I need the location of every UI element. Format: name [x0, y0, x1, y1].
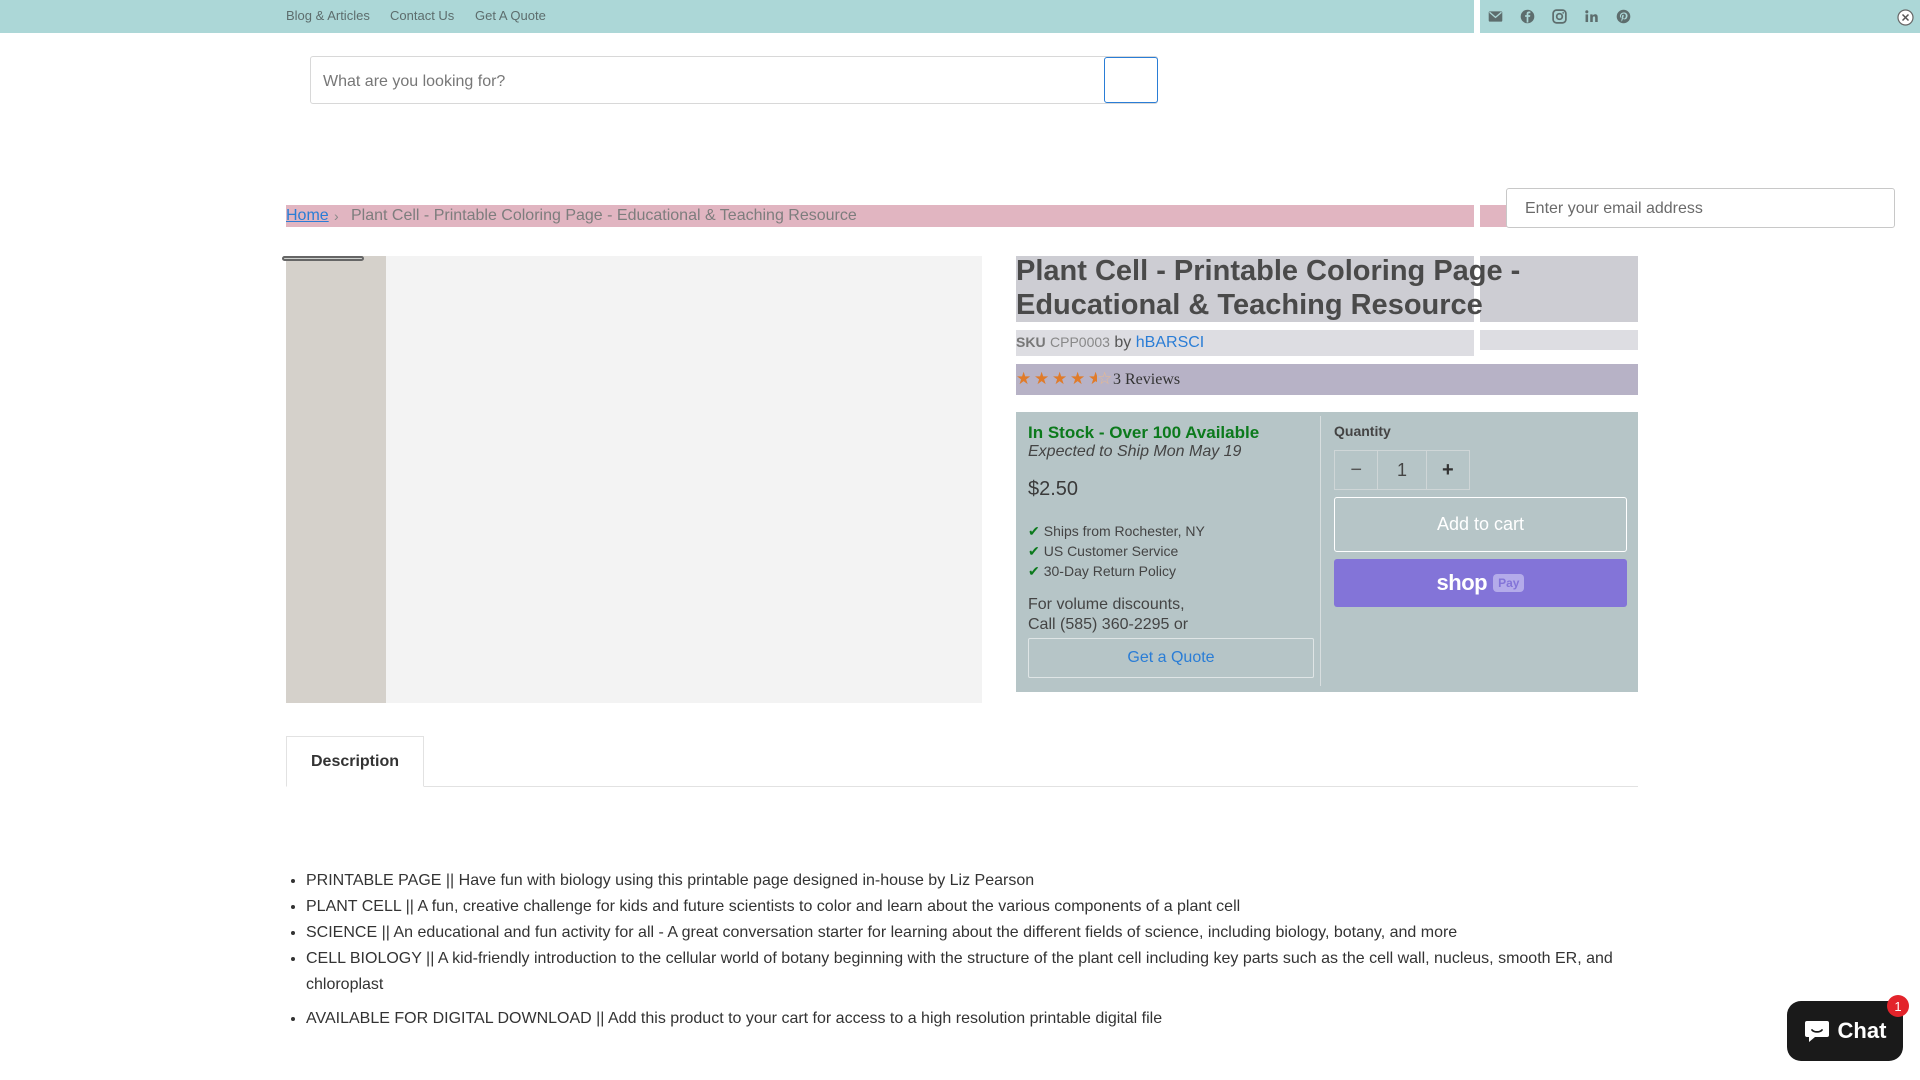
product-title-line-2: Educational & Teaching Resource [1016, 289, 1483, 321]
chat-notification-badge: 1 [1887, 995, 1909, 1017]
quantity-stepper: − 1 + [1334, 450, 1470, 490]
linkedin-icon[interactable] [1583, 8, 1600, 25]
top-bar: Blog & Articles Contact Us Get A Quote [0, 0, 1474, 33]
volume-discount-text: For volume discounts, [1028, 596, 1185, 613]
description-item: PLANT CELL || A fun, creative challenge … [306, 894, 1658, 920]
shop-pay-button[interactable]: shop Pay [1334, 559, 1627, 607]
sku-line: SKU CPP0003 by hBARSCI [1016, 334, 1204, 352]
description-item: SCIENCE || An educational and fun activi… [306, 920, 1658, 946]
stock-status: In Stock - Over 100 Available [1028, 423, 1260, 442]
description-item: AVAILABLE FOR DIGITAL DOWNLOAD || Add th… [306, 1006, 1658, 1032]
nav-link-contact[interactable]: Contact Us [390, 8, 454, 23]
close-popup-icon[interactable] [1897, 9, 1914, 26]
description-list: PRINTABLE PAGE || Have fun with biology … [286, 868, 1658, 1032]
email-icon[interactable] [1487, 8, 1504, 25]
chat-label: Chat [1837, 1018, 1887, 1043]
shop-pay-badge: Pay [1493, 574, 1525, 592]
sku-label: SKU [1016, 334, 1046, 350]
reviews-link[interactable]: 3 Reviews [1113, 371, 1180, 389]
chat-bubble-icon [1804, 1021, 1829, 1042]
nav-link-blog[interactable]: Blog & Articles [286, 8, 370, 23]
product-image[interactable] [386, 256, 982, 703]
star-icon: ★ [1052, 369, 1068, 388]
product-title: Plant Cell - Printable Coloring Page - E… [1016, 254, 1616, 322]
quantity-label: Quantity [1334, 423, 1391, 439]
checkmark-icon: ✔ [1028, 543, 1040, 559]
thumbnail-strip[interactable] [286, 256, 386, 703]
search-input[interactable] [321, 67, 1085, 97]
breadcrumb-current: Plant Cell - Printable Coloring Page - E… [351, 207, 857, 224]
tab-description[interactable]: Description [286, 736, 424, 787]
pinterest-icon[interactable] [1615, 8, 1632, 25]
description-item: CELL BIOLOGY || A kid-friendly introduct… [306, 946, 1658, 998]
thumbnail-selected[interactable] [282, 256, 364, 261]
sku-value: CPP0003 [1050, 334, 1110, 350]
star-icon: ★ [1016, 369, 1032, 388]
chat-button[interactable]: Chat [1787, 1001, 1903, 1061]
by-text: by [1114, 334, 1132, 351]
ship-date: Expected to Ship Mon May 19 [1028, 443, 1242, 460]
quantity-input[interactable]: 1 [1377, 451, 1427, 489]
increment-button[interactable]: + [1427, 451, 1469, 489]
half-star-empty-icon: ☆ [1097, 369, 1113, 388]
search-button[interactable] [1104, 57, 1158, 103]
email-field[interactable] [1523, 196, 1887, 222]
tab-divider [286, 786, 1638, 787]
feature-item: ✔ US Customer Service [1028, 543, 1179, 559]
product-title-line-1: Plant Cell - Printable Coloring Page - [1016, 255, 1521, 287]
email-signup-box [1506, 188, 1895, 228]
vendor-link[interactable]: hBARSCI [1136, 334, 1204, 351]
shop-pay-logo: shop [1436, 570, 1488, 595]
checkmark-icon: ✔ [1028, 563, 1040, 579]
nav-link-quote[interactable]: Get A Quote [475, 8, 546, 23]
top-bar-social [1480, 0, 1920, 33]
star-icon: ★ [1070, 369, 1086, 388]
breadcrumb-separator: › [334, 208, 339, 224]
add-to-cart-button[interactable]: Add to cart [1334, 497, 1627, 552]
product-price: $2.50 [1028, 478, 1079, 500]
checkmark-icon: ✔ [1028, 523, 1040, 539]
feature-item: ✔ Ships from Rochester, NY [1028, 523, 1205, 539]
feature-item: ✔ 30-Day Return Policy [1028, 563, 1177, 579]
get-quote-button[interactable]: Get a Quote [1028, 638, 1314, 678]
buy-box-divider [1320, 416, 1321, 686]
volume-phone-text: Call (585) 360-2295 or [1028, 616, 1189, 633]
description-item: PRINTABLE PAGE || Have fun with biology … [306, 868, 1658, 894]
decrement-button[interactable]: − [1335, 451, 1377, 489]
search-box [310, 56, 1158, 104]
instagram-icon[interactable] [1551, 8, 1568, 25]
facebook-icon[interactable] [1519, 8, 1536, 25]
half-star-icon: ★ [1088, 369, 1097, 388]
star-icon: ★ [1034, 369, 1050, 388]
breadcrumb-home-link[interactable]: Home [286, 205, 329, 227]
sku-highlight-overflow [1480, 330, 1638, 350]
